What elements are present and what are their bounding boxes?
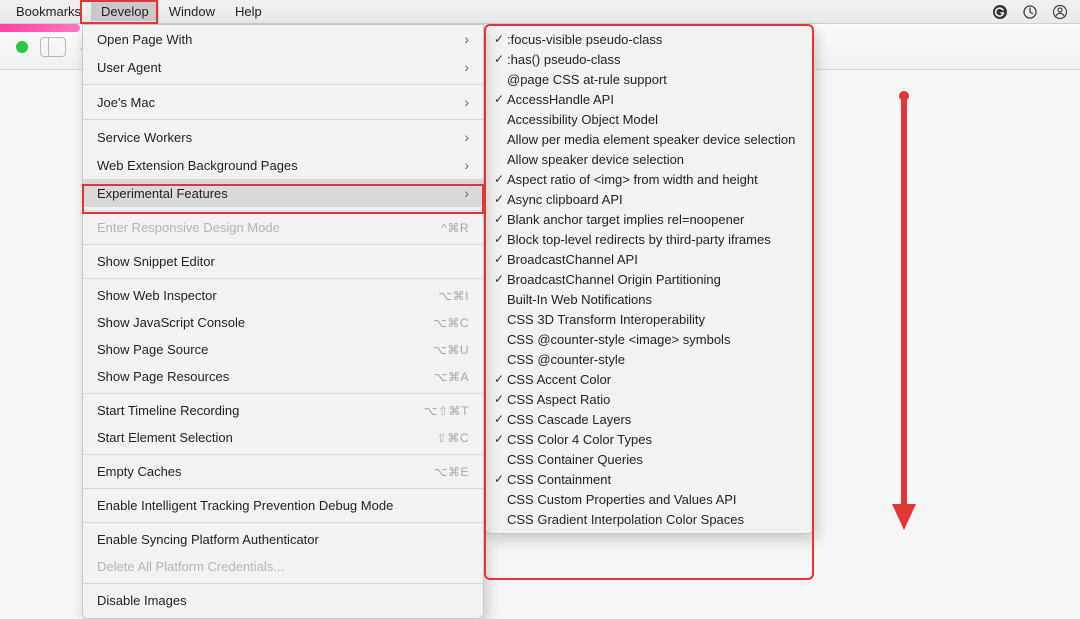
menu-item-label: Start Timeline Recording bbox=[97, 403, 239, 418]
menu-item[interactable]: Show Page Source ⌥⌘U bbox=[83, 336, 483, 363]
menubar-item-bookmarks[interactable]: Bookmarks bbox=[6, 2, 91, 21]
menu-item-label: Show Snippet Editor bbox=[97, 254, 215, 269]
menu-separator bbox=[83, 583, 483, 584]
menu-item-label: Show Page Source bbox=[97, 342, 208, 357]
menu-item[interactable]: Show Snippet Editor bbox=[83, 248, 483, 275]
menu-item-label: Web Extension Background Pages bbox=[97, 158, 298, 173]
menu-separator bbox=[83, 522, 483, 523]
menu-item-shortcut: ⌥⇧⌘T bbox=[424, 404, 469, 418]
menu-item: Delete All Platform Credentials... bbox=[83, 553, 483, 580]
menu-item-label: Show JavaScript Console bbox=[97, 315, 245, 330]
chevron-right-icon bbox=[464, 129, 469, 145]
menu-item[interactable]: Show JavaScript Console ⌥⌘C bbox=[83, 309, 483, 336]
menu-item-shortcut: ⌥⌘A bbox=[434, 370, 469, 384]
chevron-right-icon bbox=[464, 31, 469, 47]
menu-item[interactable]: Start Timeline Recording ⌥⇧⌘T bbox=[83, 397, 483, 424]
traffic-light-green[interactable] bbox=[16, 41, 28, 53]
annotation-box-submenu bbox=[484, 24, 814, 580]
chevron-right-icon bbox=[464, 157, 469, 173]
menu-item-shortcut: ⇧⌘C bbox=[437, 431, 469, 445]
time-machine-icon[interactable] bbox=[1022, 4, 1038, 20]
menu-item-label: Enter Responsive Design Mode bbox=[97, 220, 280, 235]
menu-separator bbox=[83, 84, 483, 85]
user-icon[interactable] bbox=[1052, 4, 1068, 20]
menu-item-label: Joe's Mac bbox=[97, 95, 155, 110]
chevron-right-icon bbox=[464, 59, 469, 75]
menu-item[interactable]: User Agent bbox=[83, 53, 483, 81]
menu-item[interactable]: Show Web Inspector ⌥⌘I bbox=[83, 282, 483, 309]
menu-item-label: Enable Intelligent Tracking Prevention D… bbox=[97, 498, 393, 513]
chevron-right-icon bbox=[464, 94, 469, 110]
menu-item-shortcut: ⌥⌘I bbox=[438, 289, 469, 303]
menubar-item-window[interactable]: Window bbox=[159, 2, 225, 21]
menu-item: Enter Responsive Design Mode ^⌘R bbox=[83, 214, 483, 241]
menu-separator bbox=[83, 488, 483, 489]
menu-item[interactable]: Empty Caches ⌥⌘E bbox=[83, 458, 483, 485]
menu-item-label: Empty Caches bbox=[97, 464, 182, 479]
menu-item-shortcut: ⌥⌘C bbox=[433, 316, 469, 330]
annotation-arrow-down bbox=[892, 90, 916, 530]
menu-item[interactable]: Disable Images bbox=[83, 587, 483, 614]
grammarly-icon[interactable] bbox=[992, 4, 1008, 20]
menu-item-label: Service Workers bbox=[97, 130, 192, 145]
menu-separator bbox=[83, 244, 483, 245]
menu-item[interactable]: Joe's Mac bbox=[83, 88, 483, 116]
menu-item[interactable]: Start Element Selection ⇧⌘C bbox=[83, 424, 483, 451]
menu-separator bbox=[83, 278, 483, 279]
menu-item-shortcut: ⌥⌘U bbox=[433, 343, 469, 357]
menu-item-shortcut: ⌥⌘E bbox=[434, 465, 469, 479]
annotation-box-experimental bbox=[82, 184, 484, 214]
menu-separator bbox=[83, 119, 483, 120]
menu-item-label: Disable Images bbox=[97, 593, 187, 608]
develop-menu: Open Page With User Agent Joe's Mac Service… bbox=[82, 24, 484, 619]
menu-item[interactable]: Open Page With bbox=[83, 25, 483, 53]
annotation-box-develop bbox=[80, 0, 158, 24]
menu-item-label: Show Page Resources bbox=[97, 369, 229, 384]
menu-separator bbox=[83, 393, 483, 394]
menu-item-label: Start Element Selection bbox=[97, 430, 233, 445]
menubar: Bookmarks Develop Window Help bbox=[0, 0, 1080, 24]
menu-item-label: Open Page With bbox=[97, 32, 192, 47]
menu-item[interactable]: Enable Intelligent Tracking Prevention D… bbox=[83, 492, 483, 519]
menu-item-label: Enable Syncing Platform Authenticator bbox=[97, 532, 319, 547]
menu-item[interactable]: Show Page Resources ⌥⌘A bbox=[83, 363, 483, 390]
menubar-item-help[interactable]: Help bbox=[225, 2, 272, 21]
menu-item-label: Delete All Platform Credentials... bbox=[97, 559, 284, 574]
menu-item[interactable]: Service Workers bbox=[83, 123, 483, 151]
menu-item-label: Show Web Inspector bbox=[97, 288, 217, 303]
sidebar-toggle-icon[interactable] bbox=[40, 37, 66, 57]
menu-item[interactable]: Enable Syncing Platform Authenticator bbox=[83, 526, 483, 553]
tab-color-strip bbox=[0, 24, 80, 32]
menu-separator bbox=[83, 454, 483, 455]
menu-item-shortcut: ^⌘R bbox=[441, 221, 469, 235]
menu-item-label: User Agent bbox=[97, 60, 161, 75]
menubar-status-icons bbox=[992, 4, 1074, 20]
menu-item[interactable]: Web Extension Background Pages bbox=[83, 151, 483, 179]
